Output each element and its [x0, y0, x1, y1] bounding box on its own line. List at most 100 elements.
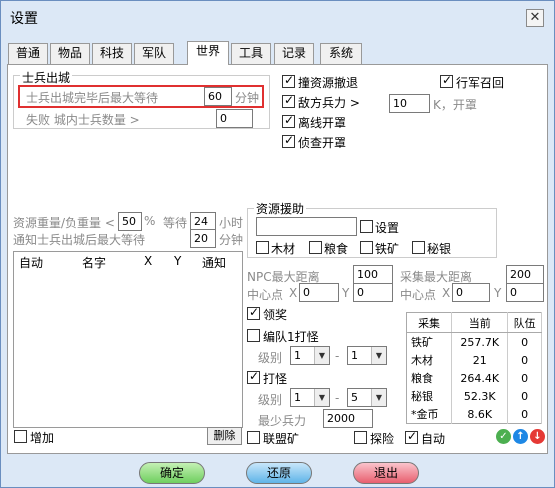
tab-army[interactable]: 军队 — [134, 43, 174, 64]
offline-label: 离线开罩 — [298, 116, 347, 130]
add-label: 增加 — [30, 431, 55, 445]
ok-button[interactable]: 确定 — [139, 462, 205, 484]
tab-tech[interactable]: 科技 — [92, 43, 132, 64]
squad-level-from[interactable]: 1 ▼ — [290, 346, 330, 365]
wait1-label: 等待 — [163, 216, 188, 230]
monster-level-from[interactable]: 1 ▼ — [290, 388, 330, 407]
table-row: 木材 21 0 — [406, 351, 542, 369]
wait2-input[interactable]: 20 — [190, 229, 216, 248]
tab-system[interactable]: 系统 — [320, 43, 362, 64]
fail-label: 失败 城内士兵数量 > — [26, 113, 140, 127]
recall-checkbox[interactable] — [440, 73, 453, 88]
table-row: 秘银 52.3K 0 — [406, 387, 542, 405]
enemy-checkbox[interactable] — [282, 93, 295, 108]
scout-checkbox[interactable] — [282, 133, 295, 148]
silver-label: 秘银 — [427, 242, 452, 256]
exit-button[interactable]: 退出 — [353, 462, 419, 484]
title-bar: 设置 ✕ — [1, 1, 554, 35]
tab-general[interactable]: 普通 — [8, 43, 48, 64]
explore-checkbox[interactable] — [354, 431, 367, 444]
res-current: 8.6K — [451, 405, 509, 424]
close-icon: ✕ — [529, 10, 541, 25]
tab-items[interactable]: 物品 — [50, 43, 90, 64]
wait1-unit: 小时 — [219, 216, 244, 230]
explore-label: 探险 — [370, 432, 395, 446]
npc-dist-input[interactable]: 100 — [353, 265, 393, 284]
aid-setting-checkbox[interactable] — [360, 220, 373, 233]
col-auto: 自动 — [19, 256, 44, 270]
aid-title: 资源援助 — [254, 200, 307, 217]
alliance-checkbox[interactable] — [247, 431, 260, 444]
down-icon[interactable]: ↓ — [530, 429, 545, 444]
squad-checkbox[interactable] — [247, 329, 260, 342]
up-icon[interactable]: ↑ — [513, 429, 528, 444]
wait-input[interactable]: 60 — [204, 87, 232, 106]
res-name: 铁矿 — [406, 332, 453, 351]
retreat-label: 撞资源撤退 — [298, 76, 359, 90]
monster-to-value: 5 — [351, 391, 358, 404]
res-col-current: 当前 — [451, 312, 509, 333]
tab-log[interactable]: 记录 — [274, 43, 314, 64]
gather-dist-input[interactable]: 200 — [506, 265, 544, 284]
res-col-team: 队伍 — [507, 312, 542, 333]
restore-button[interactable]: 还原 — [246, 462, 312, 484]
res-col-gather: 采集 — [406, 312, 453, 333]
squad-level-to[interactable]: 1 ▼ — [347, 346, 387, 365]
aid-input[interactable] — [256, 217, 357, 236]
scout-label: 侦查开罩 — [298, 136, 347, 150]
res-name: 秘银 — [406, 387, 453, 405]
npc-x-label: X — [289, 286, 298, 300]
wait-unit: 分钟 — [235, 91, 260, 105]
iron-label: 铁矿 — [375, 242, 400, 256]
npc-y-input[interactable]: 0 — [353, 283, 393, 302]
col-y: Y — [174, 254, 182, 268]
delete-button[interactable]: 删除 — [207, 427, 242, 445]
res-current: 264.4K — [451, 369, 509, 387]
tab-world[interactable]: 世界 — [187, 41, 229, 65]
res-name: 粮食 — [406, 369, 453, 387]
food-label: 粮食 — [324, 242, 349, 256]
target-list[interactable] — [13, 270, 243, 428]
min-troops-label: 最少兵力 — [258, 414, 307, 428]
gather-x-input[interactable]: 0 — [452, 283, 490, 302]
soldier-group-title: 士兵出城 — [20, 69, 73, 86]
enemy-suffix: K，开罩 — [433, 98, 477, 112]
npc-center-label: 中心点 — [247, 288, 284, 302]
aid-setting-label: 设置 — [375, 221, 400, 235]
food-checkbox[interactable] — [309, 241, 322, 254]
add-checkbox[interactable] — [14, 430, 27, 443]
table-row: 铁矿 257.7K 0 — [406, 332, 542, 351]
offline-checkbox[interactable] — [282, 113, 295, 128]
npc-x-input[interactable]: 0 — [299, 283, 339, 302]
table-row: *金币 8.6K 0 — [406, 405, 542, 424]
fail-input[interactable]: 0 — [216, 109, 253, 128]
squad-label: 编队1打怪 — [263, 330, 319, 344]
close-button[interactable]: ✕ — [526, 9, 544, 27]
res-name: *金币 — [406, 405, 453, 424]
gather-y-input[interactable]: 0 — [506, 283, 544, 302]
reward-checkbox[interactable] — [247, 305, 260, 320]
wood-checkbox[interactable] — [256, 241, 269, 254]
confirm-icon[interactable]: ✓ — [496, 429, 511, 444]
monster-level-label: 级别 — [258, 393, 283, 407]
res-current: 21 — [451, 351, 509, 369]
table-row: 粮食 264.4K 0 — [406, 369, 542, 387]
notify-label: 通知士兵出城后最大等待 — [13, 233, 146, 247]
tab-tools[interactable]: 工具 — [231, 43, 271, 64]
silver-checkbox[interactable] — [412, 241, 425, 254]
auto-checkbox[interactable] — [405, 429, 418, 444]
monster-checkbox[interactable] — [247, 369, 260, 384]
iron-checkbox[interactable] — [360, 241, 373, 254]
squad-from-value: 1 — [294, 349, 301, 362]
resource-table: 采集 当前 队伍 铁矿 257.7K 0 木材 21 0 粮食 264.4K 0 秘银 52.… — [406, 312, 542, 424]
wait-label: 士兵出城完毕后最大等待 — [26, 91, 159, 105]
ratio-input[interactable]: 50 — [118, 212, 142, 231]
recall-label: 行军召回 — [456, 76, 505, 90]
target-list-header: 自动 名字 X Y 通知 — [13, 251, 243, 271]
chevron-down-icon: ▼ — [371, 347, 386, 364]
min-troops-input[interactable]: 2000 — [323, 409, 373, 428]
monster-level-to[interactable]: 5 ▼ — [347, 388, 387, 407]
retreat-checkbox[interactable] — [282, 73, 295, 88]
enemy-input[interactable]: 10 — [389, 94, 430, 113]
wood-label: 木材 — [271, 242, 296, 256]
